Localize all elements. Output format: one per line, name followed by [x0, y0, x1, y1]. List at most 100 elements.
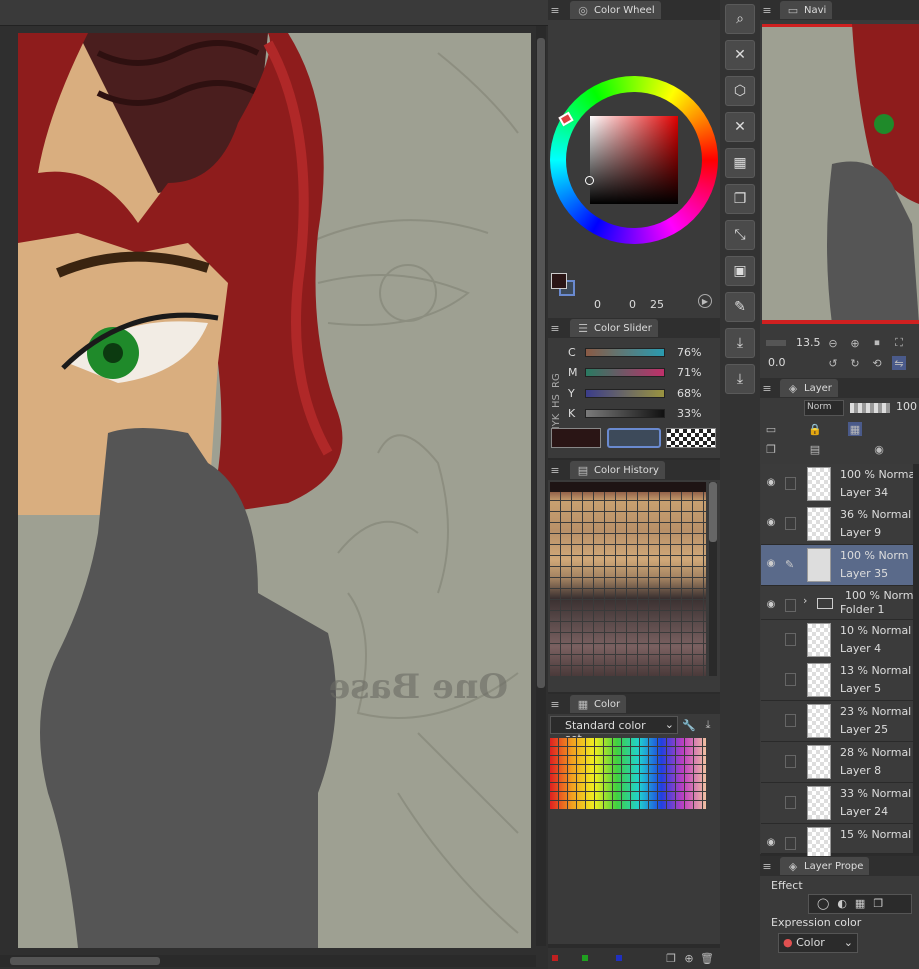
slider-y[interactable]: Y 68% — [553, 385, 718, 403]
tab-color-set[interactable]: ▦ Color — [570, 695, 627, 713]
tab-color-slider[interactable]: ☰ Color Slider — [570, 319, 658, 337]
pencil-icon[interactable]: ✎ — [785, 558, 796, 571]
export-icon[interactable]: ⤓ — [725, 364, 755, 394]
eye-icon[interactable]: ◉ — [764, 477, 778, 491]
layer-lock-toggle[interactable] — [785, 599, 796, 612]
layer-lock-toggle[interactable] — [785, 633, 796, 646]
lock-icon[interactable]: 🔒 — [808, 422, 822, 436]
add-icon[interactable]: ⊕ — [682, 951, 696, 965]
canvas-area[interactable]: One Base — [0, 0, 548, 969]
tab-color-wheel[interactable]: ◎ Color Wheel — [570, 1, 661, 19]
layer-lock-toggle[interactable] — [785, 673, 796, 686]
layer-lock-toggle[interactable] — [785, 755, 796, 768]
drawing-canvas[interactable]: One Base — [18, 33, 531, 948]
panel-menu-icon[interactable]: ≡ — [548, 3, 562, 17]
transform-icon[interactable]: ⬡ — [725, 76, 755, 106]
color-set-grid[interactable] — [550, 737, 706, 809]
expression-color-select[interactable]: ● Color ⌄ — [778, 933, 858, 953]
history-grid[interactable] — [550, 482, 706, 676]
zoom-out-icon[interactable]: ⊖ — [826, 336, 840, 350]
border-effect-icon[interactable]: ◯ — [817, 897, 829, 911]
eye-icon[interactable]: ◉ — [764, 837, 778, 851]
slider-m-bar[interactable] — [585, 368, 665, 377]
slider-m[interactable]: M 71% — [553, 364, 718, 382]
play-icon[interactable]: ▶ — [698, 294, 712, 308]
layer-lock-toggle[interactable] — [785, 837, 796, 850]
panel-menu-icon[interactable]: ≡ — [548, 697, 562, 711]
main-color-swatch[interactable] — [551, 273, 567, 289]
tone-effect-icon[interactable]: ▦ — [855, 897, 865, 911]
eye-icon[interactable] — [764, 714, 778, 728]
import-icon[interactable]: ⤓ — [725, 328, 755, 358]
layer-row[interactable]: ◉ 15 % Normal — [761, 824, 919, 861]
vertical-scrollbar[interactable] — [536, 26, 546, 946]
copy-icon[interactable]: ❐ — [725, 184, 755, 214]
tab-color-history[interactable]: ▤ Color History — [570, 461, 665, 479]
fit-icon[interactable]: ⛶ — [892, 336, 906, 350]
clear-icon[interactable]: ✕ — [725, 40, 755, 70]
panel-menu-icon[interactable]: ≡ — [760, 3, 774, 17]
layer-row[interactable]: ◉ 36 % Normal Layer 9 — [761, 504, 919, 545]
transparent-swatch[interactable] — [666, 428, 716, 448]
horizontal-scrollbar[interactable] — [0, 955, 536, 967]
eye-icon[interactable]: ◉ — [764, 599, 778, 613]
opacity-slider[interactable] — [850, 403, 890, 413]
layer-lock-toggle[interactable] — [785, 517, 796, 530]
eye-icon[interactable]: ◉ — [764, 558, 778, 572]
new-layer-icon[interactable]: ❐ — [764, 442, 778, 456]
zoom-in-icon[interactable]: ⊕ — [848, 336, 862, 350]
layer-row[interactable]: 28 % Normal Layer 8 — [761, 742, 919, 783]
panel-menu-icon[interactable]: ≡ — [760, 859, 774, 873]
rotate-left-icon[interactable]: ↺ — [826, 356, 840, 370]
slider-sub-swatch[interactable] — [607, 428, 661, 448]
tab-layer[interactable]: ◈ Layer — [780, 379, 838, 397]
tab-layer-property[interactable]: ◈ Layer Prope — [780, 857, 870, 875]
scale-icon[interactable]: ⤡ — [725, 220, 755, 250]
slider-k[interactable]: K 33% — [553, 405, 718, 423]
layer-row[interactable]: ◉ 100 % Normal Layer 34 — [761, 464, 919, 505]
edit-icon[interactable]: ✎ — [725, 292, 755, 322]
color-set-dropdown[interactable]: Standard color set⌄ — [550, 716, 678, 745]
layer-row[interactable]: 10 % Normal Layer 4 — [761, 620, 919, 661]
new-folder-icon[interactable]: ▤ — [808, 442, 822, 456]
slider-y-bar[interactable] — [585, 389, 665, 398]
reset-rotation-icon[interactable]: ⟲ — [870, 356, 884, 370]
slider-main-swatch[interactable] — [551, 428, 601, 448]
panel-menu-icon[interactable]: ≡ — [548, 321, 562, 335]
flip-icon[interactable]: ⇋ — [892, 356, 906, 370]
eye-icon[interactable] — [764, 755, 778, 769]
paste-icon[interactable]: ▣ — [725, 256, 755, 286]
eye-icon[interactable]: ◉ — [764, 517, 778, 531]
layer-row[interactable]: 13 % Normal Layer 5 — [761, 660, 919, 701]
watercolor-effect-icon[interactable]: ◐ — [837, 897, 847, 911]
layer-row[interactable]: 33 % Normal Layer 24 — [761, 783, 919, 824]
slider-k-bar[interactable] — [585, 409, 665, 418]
eye-icon[interactable] — [764, 633, 778, 647]
new-icon[interactable]: ❐ — [664, 951, 678, 965]
chevron-right-icon[interactable]: › — [803, 594, 807, 607]
navigator-preview[interactable] — [762, 24, 919, 324]
ref-icon[interactable]: ▦ — [848, 422, 862, 436]
zoom-icon[interactable]: ⌕ — [725, 4, 755, 34]
slider-c[interactable]: C 76% — [553, 344, 718, 362]
blend-mode-select[interactable]: Norm — [804, 400, 844, 416]
layer-lock-toggle[interactable] — [785, 796, 796, 809]
import-set-icon[interactable]: ⤓ — [701, 718, 715, 732]
panel-menu-icon[interactable]: ≡ — [548, 463, 562, 477]
layer-lock-toggle[interactable] — [785, 714, 796, 727]
sv-marker[interactable] — [585, 176, 594, 185]
stop-icon[interactable]: ⏹ — [870, 336, 884, 350]
history-scrollbar[interactable] — [709, 482, 717, 676]
layer-row[interactable]: 23 % Normal Layer 25 — [761, 701, 919, 742]
trash-icon[interactable]: 🗑 — [700, 951, 714, 965]
saturation-value-square[interactable] — [590, 116, 678, 204]
layer-row[interactable]: ◉ › 100 % Normal Folder 1 — [761, 586, 919, 620]
layer-color-icon[interactable]: ❐ — [873, 897, 883, 911]
zoom-slider[interactable] — [766, 340, 786, 346]
layer-scrollbar[interactable] — [913, 464, 919, 854]
wrench-icon[interactable]: 🔧 — [682, 718, 696, 732]
eye-icon[interactable] — [764, 796, 778, 810]
panel-menu-icon[interactable]: ≡ — [760, 381, 774, 395]
cut-icon[interactable]: ✕ — [725, 112, 755, 142]
mask-icon[interactable]: ◉ — [872, 442, 886, 456]
